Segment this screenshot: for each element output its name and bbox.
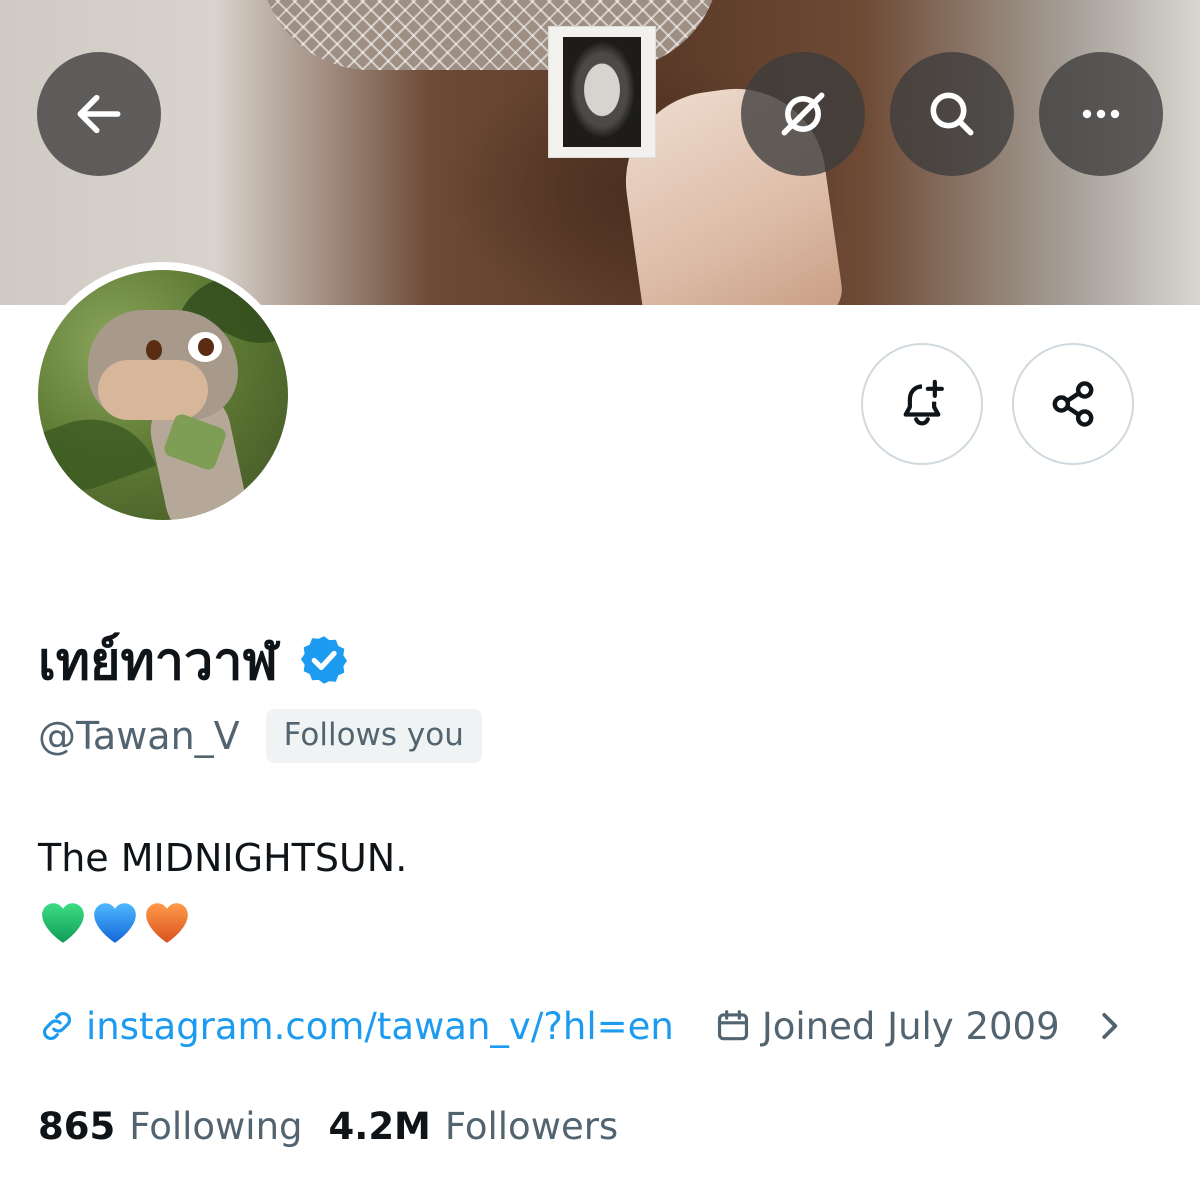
avatar-image — [38, 270, 288, 520]
bio-emoji-hearts — [38, 898, 192, 946]
chevron-right-icon — [1101, 1013, 1117, 1039]
more-horizontal-icon — [1082, 109, 1120, 119]
website-link-text[interactable]: instagram.com/tawan_v/?hl=en — [86, 1005, 674, 1048]
avatar[interactable] — [30, 262, 296, 528]
arrow-left-icon — [77, 94, 121, 134]
bio-text: The MIDNIGHTSUN. — [38, 836, 408, 880]
joined-date[interactable]: Joined July 2009 — [714, 1005, 1128, 1048]
banner-portrait-photo — [548, 26, 656, 158]
followers-label: Followers — [444, 1104, 619, 1148]
handle-row: @Tawan_V Follows you — [38, 704, 482, 768]
share-icon — [1052, 381, 1094, 427]
followers-count: 4.2M — [328, 1104, 431, 1148]
search-button[interactable] — [890, 52, 1014, 176]
green-heart-icon — [42, 903, 84, 943]
followers-link[interactable]: 4.2M Followers — [329, 1105, 619, 1148]
profile-meta-row: instagram.com/tawan_v/?hl=en Joined July… — [38, 998, 1128, 1054]
website-link[interactable]: instagram.com/tawan_v/?hl=en — [38, 1005, 674, 1048]
orange-heart-icon — [146, 903, 188, 943]
joined-text: Joined July 2009 — [761, 1004, 1060, 1048]
follows-you-badge: Follows you — [265, 709, 482, 763]
grok-icon — [781, 92, 825, 136]
display-name: เทย์ทาวาฬ — [38, 631, 278, 692]
share-button[interactable] — [1012, 343, 1134, 465]
back-button[interactable] — [37, 52, 161, 176]
link-icon — [43, 1012, 71, 1040]
search-icon — [930, 92, 974, 136]
following-count: 865 — [38, 1104, 116, 1148]
blue-heart-icon — [94, 903, 136, 943]
notifications-button[interactable] — [861, 343, 983, 465]
following-link[interactable]: 865 Following — [38, 1105, 303, 1148]
username-handle: @Tawan_V — [38, 714, 240, 758]
profile-banner[interactable] — [0, 0, 1200, 305]
verified-badge[interactable] — [296, 632, 352, 688]
name-row: เทย์ทาวาฬ — [38, 620, 352, 700]
grok-button[interactable] — [741, 52, 865, 176]
bell-plus-icon — [903, 379, 944, 426]
more-button[interactable] — [1039, 52, 1163, 176]
follow-stats: 865 Following 4.2M Followers — [38, 1098, 618, 1154]
calendar-icon — [717, 1010, 748, 1041]
verified-icon — [300, 636, 348, 684]
following-label: Following — [129, 1104, 303, 1148]
